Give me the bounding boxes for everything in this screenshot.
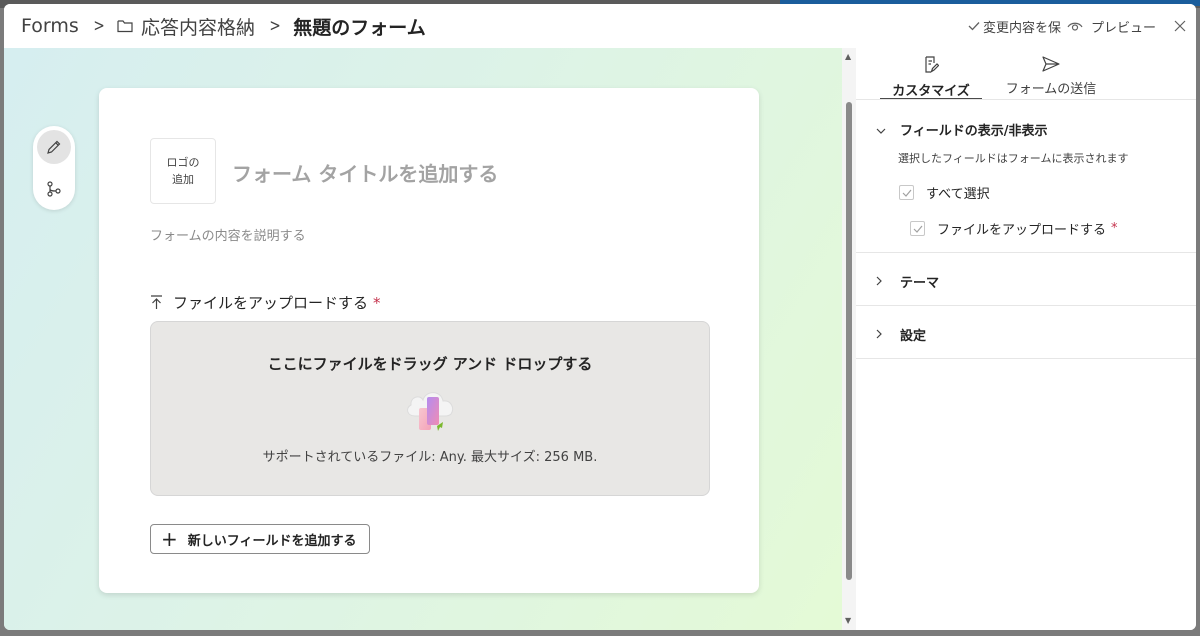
preview-button[interactable]: プレビュー	[1067, 17, 1156, 36]
scroll-up-arrow-icon[interactable]: ▲	[845, 52, 851, 61]
canvas-scrollbar[interactable]: ▲ ▼	[842, 48, 856, 630]
send-icon	[1042, 56, 1060, 72]
preview-label: プレビュー	[1090, 20, 1156, 36]
plus-icon: +	[161, 527, 178, 551]
select-all-checkbox[interactable]: すべて選択	[899, 183, 990, 202]
required-marker: *	[373, 293, 381, 312]
theme-header[interactable]: テーマ	[876, 272, 939, 291]
breadcrumb-current-form: 無題のフォーム	[293, 16, 426, 39]
add-logo-label-line1: ロゴの	[166, 156, 200, 169]
form-title-input[interactable]: フォーム タイトルを追加する	[232, 158, 498, 187]
upload-icon	[151, 295, 162, 309]
select-all-label: すべて選択	[926, 187, 990, 202]
check-icon	[968, 22, 980, 31]
field-visibility-title: フィールドの表示/非表示	[900, 124, 1048, 139]
close-button[interactable]	[1174, 20, 1186, 32]
add-new-field-label: 新しいフィールドを追加する	[187, 533, 357, 549]
tab-customize[interactable]: カスタマイズ	[880, 56, 982, 100]
panel-tabs: カスタマイズ フォームの送信	[856, 48, 1196, 100]
customize-icon	[925, 56, 939, 73]
settings-header[interactable]: 設定	[876, 325, 926, 344]
chevron-down-icon	[876, 123, 888, 137]
field-visibility-header[interactable]: フィールドの表示/非表示	[876, 120, 1048, 139]
field-visibility-description: 選択したフィールドはフォームに表示されます	[898, 152, 1129, 165]
close-icon	[1174, 20, 1186, 32]
settings-section: 設定	[856, 306, 1196, 359]
save-button[interactable]: 変更内容を保	[968, 17, 1061, 36]
scrollbar-thumb[interactable]	[846, 102, 852, 580]
form-editor-dialog: Forms > 応答内容格納 > 無題のフォーム 変更内容を保 プレビュー ロゴ…	[4, 4, 1196, 630]
chevron-right-icon	[876, 275, 888, 289]
chevron-right-icon: >	[93, 16, 105, 36]
chevron-right-icon	[876, 328, 888, 342]
form-card: ロゴの 追加 フォーム タイトルを追加する フォームの内容を説明する ファイルを…	[99, 88, 759, 593]
supported-files-text: サポートされているファイル: Any. 最大サイズ: 256 MB.	[262, 450, 598, 465]
breadcrumb-forms[interactable]: Forms	[21, 15, 79, 37]
tab-send-form[interactable]: フォームの送信	[996, 56, 1106, 100]
field-upload-label: ファイルをアップロードする	[937, 223, 1107, 238]
upload-field-label[interactable]: ファイルをアップロードする *	[150, 292, 381, 313]
folder-icon	[117, 20, 133, 33]
settings-title: 設定	[900, 329, 927, 344]
scroll-down-arrow-icon[interactable]: ▼	[845, 616, 851, 625]
add-new-field-button[interactable]: + 新しいフィールドを追加する	[150, 524, 370, 554]
eye-icon	[1067, 22, 1083, 31]
add-logo-button[interactable]: ロゴの 追加	[150, 138, 216, 204]
breadcrumb-folder[interactable]: 応答内容格納	[141, 13, 255, 40]
header-bar: Forms > 応答内容格納 > 無題のフォーム 変更内容を保 プレビュー	[4, 4, 1196, 48]
file-dropzone[interactable]: ここにファイルをドラッグ アンド ドロップする サポートされているファイル: A…	[150, 321, 710, 496]
dropzone-title: ここにファイルをドラッグ アンド ドロップする	[267, 355, 593, 373]
tab-customize-label: カスタマイズ	[892, 84, 970, 99]
customize-panel: カスタマイズ フォームの送信 フィールドの表示/非表示 選択したフィールドはフォ…	[856, 48, 1196, 630]
theme-title: テーマ	[900, 276, 940, 291]
required-marker: *	[1111, 221, 1118, 236]
form-description-input[interactable]: フォームの内容を説明する	[150, 225, 306, 244]
branching-tool-button[interactable]	[37, 172, 71, 206]
checkbox-checked-icon	[910, 221, 925, 236]
edit-tool-button[interactable]	[37, 130, 71, 164]
branch-icon	[47, 181, 61, 197]
form-canvas: ロゴの 追加 フォーム タイトルを追加する フォームの内容を説明する ファイルを…	[4, 48, 842, 630]
chevron-right-icon: >	[269, 16, 281, 36]
field-visibility-section: フィールドの表示/非表示 選択したフィールドはフォームに表示されます すべて選択…	[856, 100, 1196, 253]
save-label: 変更内容を保	[982, 20, 1061, 36]
add-logo-label-line2: 追加	[172, 173, 194, 186]
checkbox-checked-icon	[899, 185, 914, 200]
pencil-icon	[47, 140, 61, 154]
header-actions: 変更内容を保 プレビュー	[968, 4, 1186, 48]
upload-field-title: ファイルをアップロードする	[173, 294, 369, 312]
theme-section: テーマ	[856, 253, 1196, 306]
breadcrumb: Forms > 応答内容格納 > 無題のフォーム	[21, 4, 426, 48]
cloud-upload-illustration-icon	[407, 392, 454, 431]
tab-send-form-label: フォームの送信	[1005, 82, 1097, 97]
tool-rail	[33, 126, 75, 210]
field-upload-checkbox[interactable]: ファイルをアップロードする *	[910, 219, 1118, 238]
